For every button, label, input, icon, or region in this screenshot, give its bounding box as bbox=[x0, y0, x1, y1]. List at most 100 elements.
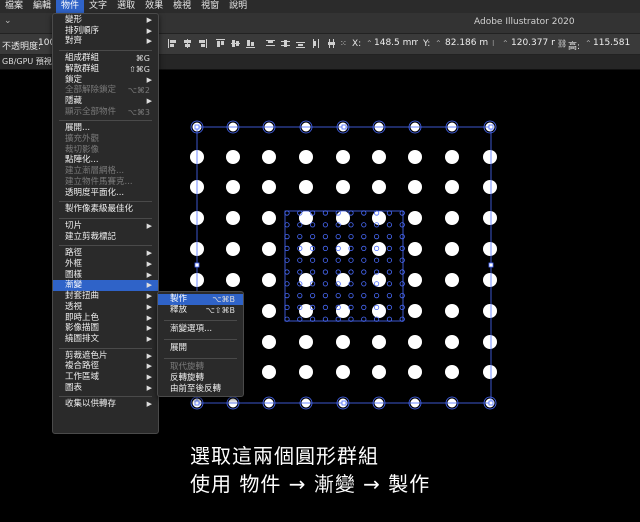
selection-handle[interactable] bbox=[194, 400, 200, 406]
dot[interactable] bbox=[483, 150, 497, 164]
dot[interactable] bbox=[445, 211, 459, 225]
object-menu-item[interactable]: 隱藏 ▶ bbox=[53, 96, 158, 107]
small-dot[interactable] bbox=[348, 304, 354, 310]
dot[interactable] bbox=[226, 242, 240, 256]
small-dot[interactable] bbox=[399, 257, 405, 263]
small-dot[interactable] bbox=[386, 292, 392, 299]
small-dot[interactable] bbox=[386, 281, 392, 287]
dot[interactable] bbox=[226, 180, 240, 194]
small-dot[interactable] bbox=[335, 269, 341, 275]
dot[interactable] bbox=[408, 150, 422, 164]
align-bottom-icon[interactable] bbox=[246, 39, 255, 48]
align-right-icon[interactable] bbox=[198, 39, 207, 48]
reference-point-icon[interactable]: ⁙ bbox=[340, 39, 347, 48]
menu-file[interactable]: 檔案 bbox=[0, 0, 28, 13]
small-dot[interactable] bbox=[322, 234, 328, 240]
small-dot[interactable] bbox=[348, 257, 354, 263]
dot[interactable] bbox=[483, 335, 497, 349]
small-dot[interactable] bbox=[297, 222, 303, 228]
chevron-down-icon[interactable]: ⌄ bbox=[4, 16, 12, 26]
dot[interactable] bbox=[336, 335, 350, 349]
dot[interactable] bbox=[408, 304, 422, 318]
small-dot[interactable] bbox=[399, 304, 405, 310]
small-dot[interactable] bbox=[309, 257, 316, 263]
blend-menu-item[interactable]: 反轉旋轉 bbox=[158, 373, 243, 384]
dot[interactable] bbox=[336, 304, 350, 318]
align-left-icon[interactable] bbox=[168, 39, 177, 48]
selection-handle[interactable] bbox=[194, 124, 200, 130]
blend-menu-item[interactable]: 釋放 ⌥⇧⌘B bbox=[158, 305, 243, 316]
small-dot[interactable] bbox=[335, 292, 341, 299]
blend-menu-item[interactable]: 由前至後反轉 bbox=[158, 384, 243, 395]
dot[interactable] bbox=[299, 180, 313, 194]
object-menu-item[interactable]: 影像描圖 ▶ bbox=[53, 323, 158, 334]
object-menu-item[interactable]: 點陣化... bbox=[53, 155, 158, 166]
dot[interactable] bbox=[336, 242, 350, 256]
small-dot[interactable] bbox=[284, 222, 290, 228]
small-dot[interactable] bbox=[373, 292, 380, 299]
small-dot[interactable] bbox=[399, 292, 405, 299]
dot[interactable] bbox=[445, 335, 459, 349]
object-menu-item[interactable]: 變形 ▶ bbox=[53, 15, 158, 26]
dot[interactable] bbox=[262, 365, 276, 379]
small-dot[interactable] bbox=[284, 210, 290, 216]
dot[interactable] bbox=[226, 211, 240, 225]
dot[interactable] bbox=[336, 273, 350, 287]
small-dot[interactable] bbox=[386, 304, 392, 310]
menu-object[interactable]: 物件 bbox=[56, 0, 85, 13]
small-dot[interactable] bbox=[297, 269, 303, 275]
selection-handle[interactable] bbox=[341, 400, 347, 406]
w-field[interactable]: 120.377 m bbox=[511, 37, 555, 50]
w-stepper-icon[interactable]: ⌃ bbox=[502, 39, 509, 48]
small-dot[interactable] bbox=[361, 234, 367, 240]
selection-handle[interactable] bbox=[194, 262, 200, 268]
dot[interactable] bbox=[372, 304, 386, 318]
object-menu-item[interactable]: 製作像素級最佳化 bbox=[53, 204, 158, 215]
menu-view[interactable]: 檢視 bbox=[168, 0, 196, 13]
small-dot[interactable] bbox=[386, 222, 392, 228]
dot[interactable] bbox=[483, 180, 497, 194]
y-stepper-icon[interactable]: ⌃ bbox=[435, 39, 442, 48]
selection-handle[interactable] bbox=[341, 124, 347, 130]
small-dot[interactable] bbox=[361, 304, 367, 310]
menu-edit[interactable]: 編輯 bbox=[28, 0, 56, 13]
object-menu-item[interactable]: 展開... bbox=[53, 123, 158, 134]
dot[interactable] bbox=[483, 211, 497, 225]
object-menu-item[interactable]: 封套扭曲 ▶ bbox=[53, 291, 158, 302]
small-dot[interactable] bbox=[322, 245, 328, 251]
dot[interactable] bbox=[372, 273, 386, 287]
small-dot[interactable] bbox=[297, 234, 303, 240]
small-dot[interactable] bbox=[335, 257, 341, 263]
object-menu-item[interactable]: 收集以供轉存 ▶ bbox=[53, 399, 158, 410]
dot[interactable] bbox=[483, 304, 497, 318]
selection-handle[interactable] bbox=[488, 262, 494, 268]
small-dot[interactable] bbox=[361, 210, 367, 216]
small-dot[interactable] bbox=[322, 210, 328, 216]
dot[interactable] bbox=[408, 365, 422, 379]
dot[interactable] bbox=[408, 273, 422, 287]
small-dot[interactable] bbox=[335, 222, 341, 228]
small-dot[interactable] bbox=[399, 269, 405, 275]
dot[interactable] bbox=[372, 365, 386, 379]
x-field[interactable]: 148.5 mm bbox=[374, 37, 418, 50]
h-stepper-icon[interactable]: ⌃ bbox=[585, 39, 592, 48]
small-dot[interactable] bbox=[348, 281, 354, 287]
small-dot[interactable] bbox=[386, 245, 392, 251]
small-dot[interactable] bbox=[348, 292, 354, 299]
dot[interactable] bbox=[262, 180, 276, 194]
dot[interactable] bbox=[299, 335, 313, 349]
object-menu-item[interactable]: 解散群組 ⇧⌘G bbox=[53, 64, 158, 75]
dot[interactable] bbox=[408, 242, 422, 256]
object-menu-item[interactable]: 漸變 ▶ bbox=[53, 280, 158, 292]
small-dot[interactable] bbox=[322, 257, 328, 263]
blend-menu-item[interactable]: 展開 bbox=[158, 343, 243, 354]
dot[interactable] bbox=[408, 211, 422, 225]
small-dot[interactable] bbox=[284, 281, 290, 287]
dot[interactable] bbox=[262, 273, 276, 287]
small-dot[interactable] bbox=[322, 281, 328, 287]
small-dot[interactable] bbox=[284, 245, 290, 251]
small-dot[interactable] bbox=[284, 304, 290, 310]
small-dot[interactable] bbox=[322, 269, 328, 275]
small-dot[interactable] bbox=[399, 245, 405, 251]
dot[interactable] bbox=[262, 335, 276, 349]
